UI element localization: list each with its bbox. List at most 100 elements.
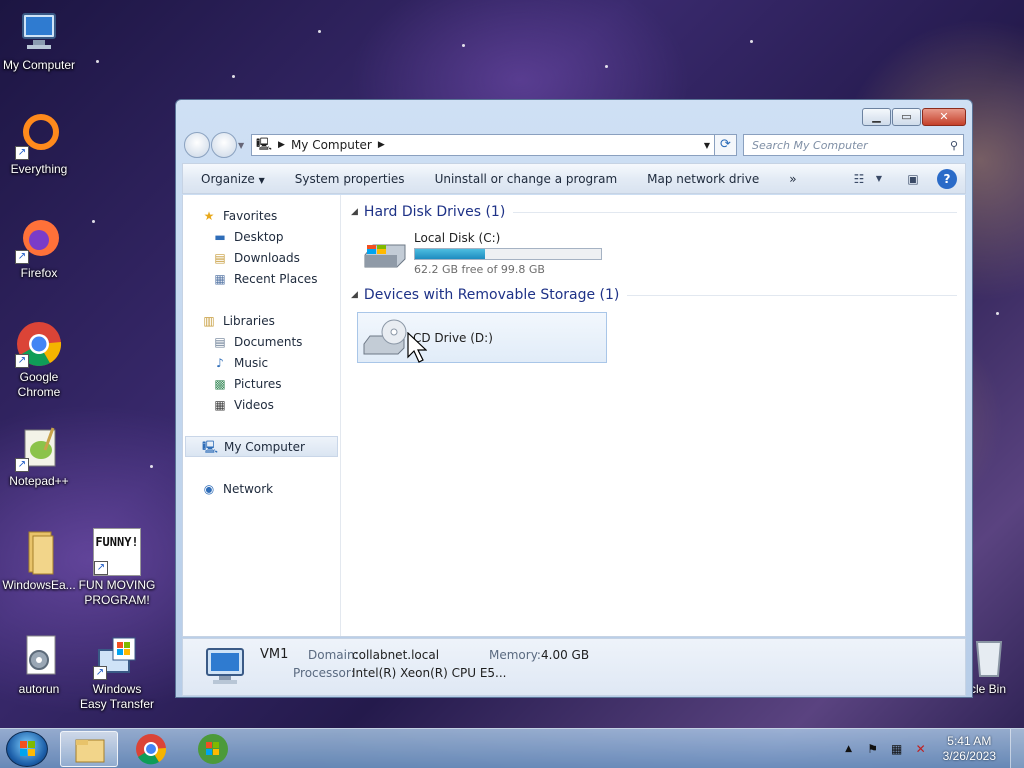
easy-transfer-icon bbox=[198, 734, 228, 764]
processor-value: Intel(R) Xeon(R) CPU E5... bbox=[352, 666, 507, 680]
settings-file-icon bbox=[15, 632, 63, 680]
nav-desktop[interactable]: ▬ Desktop bbox=[183, 226, 340, 247]
fun-image-thumbnail: FUNNY! ↗ bbox=[93, 528, 141, 576]
shortcut-arrow-icon: ↗ bbox=[15, 146, 29, 160]
collapse-icon[interactable]: ◢ bbox=[351, 290, 358, 300]
action-center-flag-icon[interactable]: ⚑ bbox=[865, 742, 881, 756]
search-input[interactable]: Search My Computer ⚲ bbox=[743, 134, 964, 156]
pictures-icon: ▩ bbox=[214, 376, 226, 391]
drive-cd-d[interactable]: CD Drive (D:) bbox=[357, 312, 607, 363]
chevron-right-icon[interactable]: ▶ bbox=[378, 140, 385, 150]
desktop-icon-windows-easy-transfer[interactable]: ↗ Windows Easy Transfer bbox=[78, 632, 156, 712]
drive-free-space: 62.2 GB free of 99.8 GB bbox=[414, 263, 545, 276]
desktop-icon-label: Notepad++ bbox=[9, 474, 69, 488]
address-bar[interactable]: 🖳 ▶ My Computer ▶ ▼ bbox=[251, 134, 715, 156]
search-icon[interactable]: ⚲ bbox=[950, 139, 958, 152]
system-properties-button[interactable]: System properties bbox=[295, 172, 405, 186]
back-button[interactable] bbox=[184, 132, 210, 158]
taskbar-explorer[interactable] bbox=[60, 731, 118, 767]
minimize-button[interactable]: ▁ bbox=[862, 108, 891, 126]
close-icon: ✕ bbox=[939, 110, 949, 123]
refresh-button[interactable]: ⟳ bbox=[715, 134, 737, 156]
help-icon[interactable]: ? bbox=[937, 169, 957, 189]
clock[interactable]: 5:41 AM 3/26/2023 bbox=[943, 734, 996, 764]
nav-libraries[interactable]: ▥ Libraries bbox=[183, 310, 340, 331]
taskbar-chrome[interactable] bbox=[122, 731, 180, 767]
nav-favorites[interactable]: ★ Favorites bbox=[183, 205, 340, 226]
drive-usage-fill bbox=[415, 249, 486, 259]
taskbar-windows-easy-transfer[interactable] bbox=[184, 731, 242, 767]
nav-network[interactable]: ◉ Network bbox=[183, 478, 340, 499]
desktop-icon-label: Firefox bbox=[20, 266, 58, 280]
group-header-hard-disk-drives[interactable]: ◢ Hard Disk Drives (1) bbox=[351, 204, 957, 220]
desktop-icon-firefox[interactable]: ↗ Firefox bbox=[0, 216, 78, 281]
network-icon[interactable]: ▦ bbox=[889, 742, 905, 756]
desktop-icon-label: Windows Easy Transfer bbox=[79, 682, 155, 711]
desktop-icon-label: My Computer bbox=[2, 58, 76, 72]
content-pane: ◢ Hard Disk Drives (1) Local Disk (C:) 6… bbox=[343, 195, 965, 636]
downloads-icon: ▤ bbox=[214, 250, 226, 265]
more-commands-button[interactable]: » bbox=[789, 172, 796, 186]
libraries-icon: ▥ bbox=[203, 313, 215, 328]
start-button[interactable] bbox=[6, 731, 48, 767]
computer-icon: 🖳 bbox=[256, 136, 273, 151]
shortcut-arrow-icon: ↗ bbox=[93, 666, 107, 680]
minimize-icon: ▁ bbox=[872, 110, 881, 123]
organize-button[interactable]: Organize ▼ bbox=[201, 172, 265, 186]
show-desktop-button[interactable] bbox=[1010, 729, 1024, 768]
nav-videos[interactable]: ▦ Videos bbox=[183, 394, 340, 415]
drive-info: Local Disk (C:) 62.2 GB free of 99.8 GB bbox=[414, 231, 602, 276]
show-hidden-icons-icon[interactable]: ▲ bbox=[841, 744, 857, 754]
map-network-drive-button[interactable]: Map network drive bbox=[647, 172, 759, 186]
maximize-button[interactable]: ▭ bbox=[892, 108, 921, 126]
desktop-icon-label: autorun bbox=[18, 682, 60, 696]
preview-pane-icon[interactable]: ▣ bbox=[903, 169, 923, 189]
desktop-icon-autorun[interactable]: autorun bbox=[0, 632, 78, 697]
search-placeholder: Search My Computer bbox=[752, 138, 868, 152]
explorer-folder-icon bbox=[75, 739, 105, 763]
desktop-icon-label: Google Chrome bbox=[17, 370, 61, 399]
nav-music[interactable]: ♪ Music bbox=[183, 352, 340, 373]
uninstall-program-button[interactable]: Uninstall or change a program bbox=[435, 172, 618, 186]
desktop-icon-notepadpp[interactable]: ↗ Notepad++ bbox=[0, 424, 78, 489]
hard-drive-icon bbox=[361, 231, 409, 271]
system-tray: ▲ ⚑ ▦ ✕ 5:41 AM 3/26/2023 bbox=[833, 729, 1024, 768]
clock-time: 5:41 AM bbox=[947, 734, 992, 748]
desktop-icon-label: WindowsEa... bbox=[2, 578, 76, 592]
chevron-right-icon[interactable]: ▶ bbox=[278, 140, 285, 150]
computer-name: VM1 bbox=[260, 647, 289, 662]
desktop-icon-fun-moving-program[interactable]: FUNNY! ↗ FUN MOVING PROGRAM! bbox=[78, 528, 156, 608]
nav-recent-places[interactable]: ▦ Recent Places bbox=[183, 268, 340, 289]
recent-pages-dropdown[interactable]: ▼ bbox=[238, 141, 248, 150]
documents-icon: ▤ bbox=[214, 334, 226, 349]
window-controls: ▁ ▭ ✕ bbox=[861, 108, 966, 126]
desktop-icon-everything[interactable]: ↗ Everything bbox=[0, 112, 78, 177]
collapse-icon[interactable]: ◢ bbox=[351, 207, 358, 217]
desktop-icon-windowseasy-folder[interactable]: WindowsEa... bbox=[0, 528, 78, 593]
chevron-down-icon[interactable]: ▼ bbox=[869, 169, 889, 189]
videos-icon: ▦ bbox=[214, 397, 226, 412]
nav-downloads[interactable]: ▤ Downloads bbox=[183, 247, 340, 268]
chevron-down-icon[interactable]: ▼ bbox=[700, 141, 714, 150]
desktop-icon-label: Everything bbox=[10, 162, 68, 176]
volume-muted-icon[interactable]: ✕ bbox=[913, 742, 929, 756]
nav-pictures[interactable]: ▩ Pictures bbox=[183, 373, 340, 394]
nav-documents[interactable]: ▤ Documents bbox=[183, 331, 340, 352]
windows-logo-icon bbox=[20, 741, 35, 756]
everything-icon: ↗ bbox=[15, 112, 63, 160]
cd-drive-icon bbox=[360, 318, 408, 358]
forward-button[interactable] bbox=[211, 132, 237, 158]
drive-local-disk-c[interactable]: Local Disk (C:) 62.2 GB free of 99.8 GB bbox=[361, 231, 602, 276]
breadcrumb-my-computer[interactable]: My Computer bbox=[291, 138, 372, 152]
desktop-icon-chrome[interactable]: ↗ Google Chrome bbox=[0, 320, 78, 400]
shortcut-arrow-icon: ↗ bbox=[15, 250, 29, 264]
thumbnail-text: FUNNY! bbox=[95, 535, 139, 549]
change-view-icon[interactable]: ☷ bbox=[849, 169, 869, 189]
mouse-cursor-icon bbox=[407, 331, 428, 367]
nav-my-computer[interactable]: 🖳 My Computer bbox=[185, 436, 338, 457]
group-header-removable-storage[interactable]: ◢ Devices with Removable Storage (1) bbox=[351, 287, 957, 303]
navigation-pane: ★ Favorites ▬ Desktop ▤ Downloads ▦ Recent P… bbox=[183, 195, 341, 636]
navigation-row: ▼ 🖳 ▶ My Computer ▶ ▼ ⟳ Search My Comput… bbox=[184, 132, 964, 158]
desktop-icon-my-computer[interactable]: My Computer bbox=[0, 8, 78, 73]
close-button[interactable]: ✕ bbox=[922, 108, 966, 126]
